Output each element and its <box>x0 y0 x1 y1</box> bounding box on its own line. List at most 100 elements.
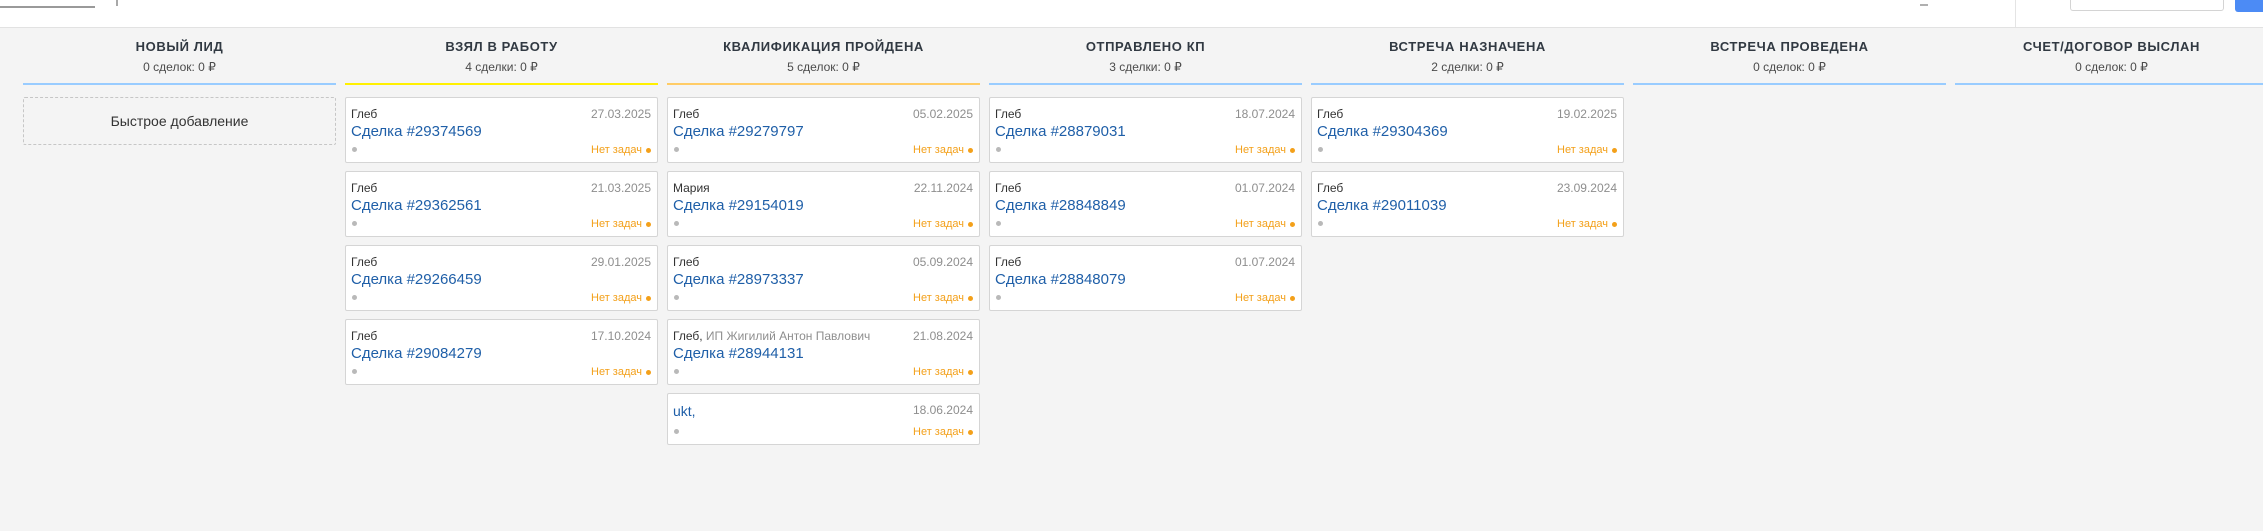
column-cards: Быстрое добавление <box>23 97 336 145</box>
column-header: КВАЛИФИКАЦИЯ ПРОЙДЕНА 5 сделок: 0 ₽ <box>667 37 980 85</box>
deal-link[interactable]: ukt, <box>673 403 696 419</box>
task-dot-icon <box>968 369 973 375</box>
card-company: ИП Жигилий Антон Павлович <box>702 329 871 343</box>
toolbar-separator <box>2015 0 2016 27</box>
card-date: 05.09.2024 <box>912 255 973 269</box>
column-summary: 5 сделок: 0 ₽ <box>787 60 860 74</box>
deal-card[interactable]: Глеб 01.07.2024 Сделка #28848079 Нет задач <box>989 245 1302 311</box>
deal-link[interactable]: Сделка #29084279 <box>351 345 482 362</box>
tasks-label: Нет задач <box>1557 218 1608 230</box>
deal-card[interactable]: Мария 22.11.2024 Сделка #29154019 Нет задач <box>667 171 980 237</box>
status-dot-icon <box>1318 147 1323 152</box>
column-cards: Глеб 19.02.2025 Сделка #29304369 Нет задач Г… <box>1311 97 1624 237</box>
task-dot-icon <box>1612 147 1617 153</box>
tasks-status[interactable]: Нет задач <box>1557 218 1617 230</box>
toolbar-icon[interactable] <box>1920 0 1928 6</box>
top-toolbar <box>0 0 2263 28</box>
tasks-status[interactable]: Нет задач <box>913 292 973 304</box>
tasks-status[interactable]: Нет задач <box>913 218 973 230</box>
tasks-status[interactable]: Нет задач <box>1235 292 1295 304</box>
task-dot-icon <box>1290 147 1295 153</box>
tasks-status[interactable]: Нет задач <box>1235 218 1295 230</box>
column-color-line <box>1955 83 2263 85</box>
card-owner-name: Глеб <box>351 255 378 269</box>
tasks-status[interactable]: Нет задач <box>1235 144 1295 156</box>
pipeline-column: ВСТРЕЧА ПРОВЕДЕНА 0 сделок: 0 ₽ <box>1633 37 1946 97</box>
card-date: 22.11.2024 <box>913 181 973 195</box>
deal-card[interactable]: Глеб 05.09.2024 Сделка #28973337 Нет задач <box>667 245 980 311</box>
status-dot-icon <box>996 147 1001 152</box>
deal-card[interactable]: Глеб 23.09.2024 Сделка #29011039 Нет задач <box>1311 171 1624 237</box>
deal-card[interactable]: Глеб 29.01.2025 Сделка #29266459 Нет задач <box>345 245 658 311</box>
status-dot-icon <box>996 221 1001 226</box>
tasks-status[interactable]: Нет задач <box>1557 144 1617 156</box>
deal-link[interactable]: Сделка #29011039 <box>1317 197 1447 214</box>
task-dot-icon <box>646 369 651 375</box>
card-owner-name: Глеб, <box>673 329 703 343</box>
tasks-status[interactable]: Нет задач <box>591 218 651 230</box>
column-summary: 3 сделки: 0 ₽ <box>1109 60 1182 74</box>
deal-link[interactable]: Сделка #28879031 <box>995 123 1126 140</box>
deal-link[interactable]: Сделка #28944131 <box>673 345 804 362</box>
card-date: 29.01.2025 <box>590 255 651 269</box>
deal-card[interactable]: 18.06.2024 ukt, Нет задач <box>667 393 980 445</box>
card-owner: Глеб <box>673 107 699 121</box>
deal-link[interactable]: Сделка #29362561 <box>351 197 482 214</box>
status-dot-icon <box>674 295 679 300</box>
column-title: ОТПРАВЛЕНО КП <box>1085 39 1206 54</box>
pipeline-selector[interactable] <box>0 0 95 8</box>
task-dot-icon <box>646 221 651 227</box>
deal-card[interactable]: Глеб 27.03.2025 Сделка #29374569 Нет задач <box>345 97 658 163</box>
tasks-status[interactable]: Нет задач <box>591 292 651 304</box>
deal-link[interactable]: Сделка #29279797 <box>673 123 804 140</box>
card-owner: Глеб <box>351 181 377 195</box>
deal-link[interactable]: Сделка #28848849 <box>995 197 1126 214</box>
status-dot-icon <box>996 295 1001 300</box>
card-owner: Глеб <box>351 329 377 343</box>
status-dot-icon <box>352 295 357 300</box>
column-summary: 2 сделки: 0 ₽ <box>1431 60 1504 74</box>
search-input[interactable] <box>2070 0 2224 11</box>
column-summary: 0 сделок: 0 ₽ <box>2075 60 2148 74</box>
deal-card[interactable]: Глеб 01.07.2024 Сделка #28848849 Нет задач <box>989 171 1302 237</box>
deal-card[interactable]: Глеб 18.07.2024 Сделка #28879031 Нет задач <box>989 97 1302 163</box>
card-owner-name: Мария <box>673 181 710 195</box>
card-owner-name: Глеб <box>995 181 1022 195</box>
deal-link[interactable]: Сделка #29304369 <box>1317 123 1448 140</box>
column-title: ВСТРЕЧА НАЗНАЧЕНА <box>1389 39 1546 54</box>
card-owner: Глеб <box>995 255 1021 269</box>
tasks-label: Нет задач <box>591 218 642 230</box>
quick-add-button[interactable]: Быстрое добавление <box>23 97 336 145</box>
task-dot-icon <box>1612 221 1617 227</box>
card-date: 17.10.2024 <box>590 329 651 343</box>
tasks-label: Нет задач <box>913 292 964 304</box>
deal-card[interactable]: Глеб 21.03.2025 Сделка #29362561 Нет задач <box>345 171 658 237</box>
column-summary: 4 сделки: 0 ₽ <box>465 60 538 74</box>
tasks-status[interactable]: Нет задач <box>591 144 651 156</box>
pipeline-column: ОТПРАВЛЕНО КП 3 сделки: 0 ₽ Глеб 18.07.2024… <box>989 37 1302 319</box>
tasks-label: Нет задач <box>1235 218 1286 230</box>
column-header: ВСТРЕЧА ПРОВЕДЕНА 0 сделок: 0 ₽ <box>1633 37 1946 85</box>
deal-link[interactable]: Сделка #28973337 <box>673 271 804 288</box>
deal-link[interactable]: Сделка #29374569 <box>351 123 482 140</box>
deal-link[interactable]: Сделка #29154019 <box>673 197 804 214</box>
add-lead-button[interactable] <box>2235 0 2263 12</box>
task-dot-icon <box>646 295 651 301</box>
card-owner: Глеб <box>995 181 1021 195</box>
card-date: 23.09.2024 <box>1556 181 1617 195</box>
deal-card[interactable]: Глеб 19.02.2025 Сделка #29304369 Нет задач <box>1311 97 1624 163</box>
deal-card[interactable]: Глеб 17.10.2024 Сделка #29084279 Нет задач <box>345 319 658 385</box>
deal-card[interactable]: Глеб, ИП Жигилий Антон Павлович 21.08.202… <box>667 319 980 385</box>
tasks-label: Нет задач <box>1557 144 1608 156</box>
tasks-status[interactable]: Нет задач <box>913 426 973 438</box>
deal-link[interactable]: Сделка #28848079 <box>995 271 1126 288</box>
card-date: 18.07.2024 <box>1234 107 1295 121</box>
tasks-status[interactable]: Нет задач <box>591 366 651 378</box>
tasks-label: Нет задач <box>591 292 642 304</box>
tasks-status[interactable]: Нет задач <box>913 366 973 378</box>
tasks-status[interactable]: Нет задач <box>913 144 973 156</box>
tasks-label: Нет задач <box>913 218 964 230</box>
tasks-label: Нет задач <box>913 366 964 378</box>
deal-link[interactable]: Сделка #29266459 <box>351 271 482 288</box>
deal-card[interactable]: Глеб 05.02.2025 Сделка #29279797 Нет задач <box>667 97 980 163</box>
